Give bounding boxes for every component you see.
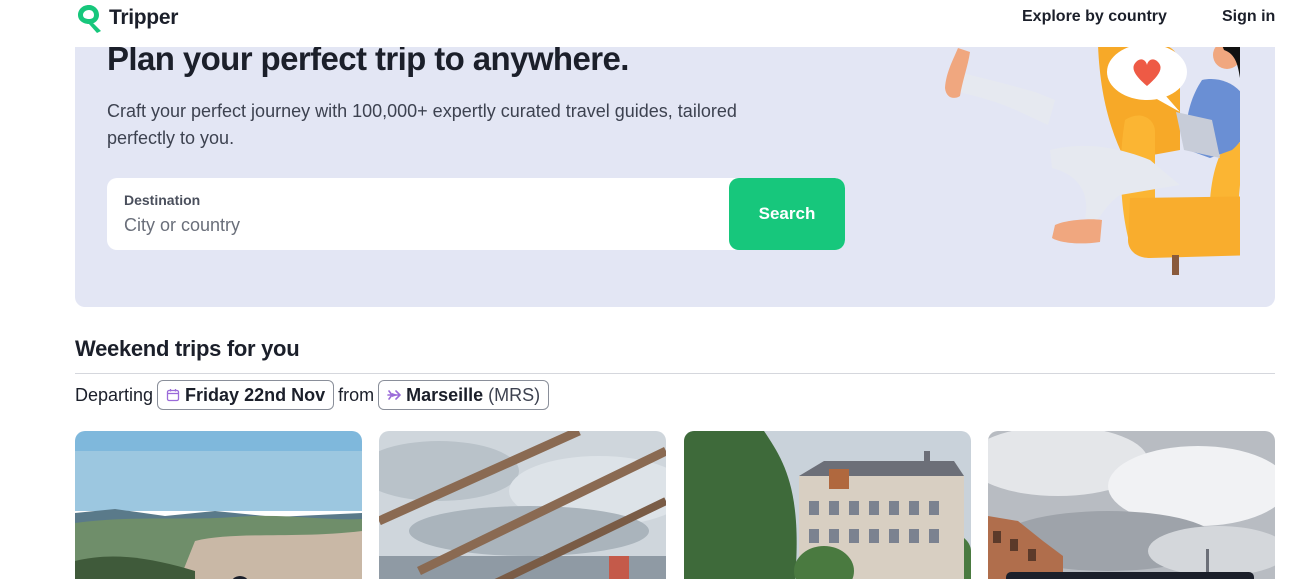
departure-city: Marseille <box>406 384 484 405</box>
tripper-logo-icon <box>78 5 101 33</box>
departure-airport-code: (MRS) <box>488 384 541 405</box>
destination-label: Destination <box>124 192 201 208</box>
trip-card-image <box>379 431 666 579</box>
section-divider <box>75 373 1275 374</box>
trip-card[interactable] <box>988 431 1275 579</box>
departing-label: Departing <box>75 384 154 405</box>
departure-filters: Departing Friday 22nd Nov from Marseille… <box>75 380 550 410</box>
from-label: from <box>338 384 375 405</box>
calendar-icon <box>166 389 180 402</box>
nav-explore-by-country[interactable]: Explore by country <box>1022 8 1167 26</box>
departure-city-picker[interactable]: Marseille (MRS) <box>378 380 550 410</box>
trip-card[interactable] <box>684 431 971 579</box>
departure-date-picker[interactable]: Friday 22nd Nov <box>157 380 335 410</box>
destination-input[interactable] <box>124 212 704 238</box>
trip-card-image <box>75 431 362 579</box>
site-header: Tripper Explore by country Sign in <box>0 0 1316 47</box>
trip-card[interactable] <box>75 431 362 579</box>
weekend-trips-heading: Weekend trips for you <box>75 336 300 361</box>
hero-subtitle: Craft your perfect journey with 100,000+… <box>107 101 737 148</box>
search-button[interactable]: Search <box>729 178 845 250</box>
departure-date: Friday 22nd Nov <box>185 384 326 405</box>
plane-icon <box>387 390 402 400</box>
destination-search: Destination Search <box>107 178 845 250</box>
trip-card-image <box>988 431 1275 579</box>
trip-card-image <box>684 431 971 579</box>
trip-card[interactable] <box>379 431 666 579</box>
brand-name: Tripper <box>109 6 179 29</box>
nav-sign-in[interactable]: Sign in <box>1222 8 1275 26</box>
brand-logo[interactable]: Tripper <box>75 2 178 34</box>
